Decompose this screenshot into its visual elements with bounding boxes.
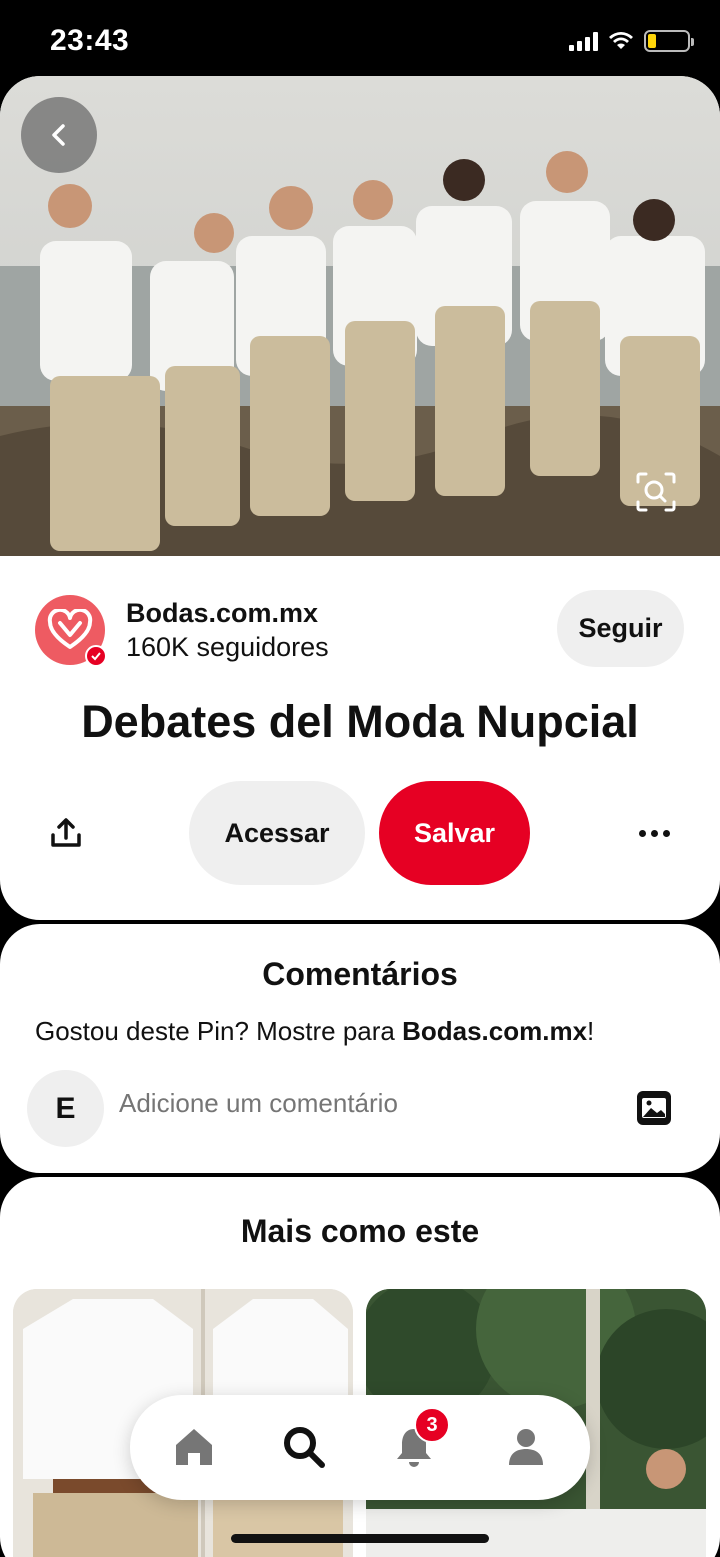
creator-row: Bodas.com.mx 160K seguidores Seguir: [0, 590, 720, 670]
comment-input[interactable]: [119, 1088, 599, 1119]
more-like-this-card: Mais como este: [0, 1177, 720, 1557]
search-icon: [284, 1427, 325, 1468]
more-like-this-title: Mais como este: [240, 1213, 480, 1249]
save-button[interactable]: Salvar: [379, 781, 530, 885]
creator-name[interactable]: Bodas.com.mx: [126, 598, 318, 629]
visual-search-button[interactable]: [628, 464, 684, 520]
notifications-badge: 3: [414, 1407, 450, 1443]
image-upload-icon[interactable]: [636, 1090, 672, 1126]
bottom-nav: 3: [130, 1395, 590, 1500]
profile-icon: [509, 1429, 543, 1465]
user-avatar: E: [27, 1070, 104, 1147]
status-bar: 23:43: [0, 0, 720, 80]
status-icons: [569, 30, 694, 52]
comments-prompt: Gostou deste Pin? Mostre para Bodas.com.…: [35, 1016, 595, 1046]
pin-title: Debates del Moda Nupcial: [81, 696, 639, 747]
signal-icon: [569, 31, 598, 51]
back-button[interactable]: [21, 97, 97, 173]
prompt-creator-name: Bodas.com.mx: [402, 1016, 588, 1046]
nav-profile[interactable]: [500, 1421, 552, 1473]
share-button[interactable]: [40, 807, 92, 859]
comments-title: Comentários: [262, 956, 458, 992]
pin-actions: Acessar Salvar: [0, 781, 720, 885]
pin-card: Bodas.com.mx 160K seguidores Seguir Deba…: [0, 76, 720, 920]
heart-logo-icon: [47, 609, 93, 649]
creator-avatar[interactable]: [35, 595, 107, 667]
pin-image[interactable]: [0, 76, 720, 556]
follow-button[interactable]: Seguir: [557, 590, 684, 667]
share-icon: [51, 818, 81, 847]
home-indicator: [231, 1534, 489, 1543]
home-icon: [176, 1429, 212, 1465]
nav-home[interactable]: [168, 1421, 220, 1473]
status-time: 23:43: [50, 24, 130, 57]
chevron-left-icon: [52, 124, 65, 146]
more-options-button[interactable]: [634, 815, 674, 851]
nav-search[interactable]: [278, 1421, 330, 1473]
creator-followers: 160K seguidores: [126, 632, 329, 662]
wifi-icon: [609, 32, 633, 49]
visit-button[interactable]: Acessar: [189, 781, 365, 885]
pin-photo: [0, 76, 720, 556]
comments-card: Comentários Gostou deste Pin? Mostre par…: [0, 924, 720, 1173]
lens-search-icon: [636, 472, 676, 512]
battery-icon: [644, 30, 694, 52]
more-dots-icon: [638, 829, 646, 837]
verified-badge-icon: [85, 645, 107, 667]
